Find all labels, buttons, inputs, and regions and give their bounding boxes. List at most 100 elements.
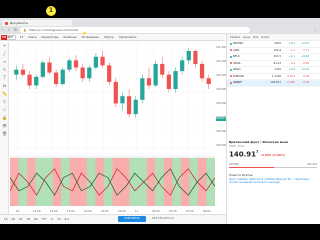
- toolbar-item[interactable]: 15: [19, 36, 24, 39]
- time-tick: 03:00: [152, 209, 160, 213]
- oscillator-band: [180, 158, 190, 206]
- candle-body: [53, 72, 59, 85]
- range-button[interactable]: 1Г: [49, 218, 54, 221]
- range-button[interactable]: 3М: [25, 218, 31, 221]
- news-headline[interactable]: Фунт: Кабмин обратился к Мэйли Брекзит Е…: [229, 178, 317, 185]
- watchlist-column-header[interactable]: Изм: [253, 36, 258, 39]
- tab-title: Документы: [10, 21, 28, 25]
- time-tick: 19:00: [84, 209, 92, 213]
- crosshair-icon[interactable]: +: [0, 42, 9, 50]
- magnet-icon[interactable]: ⊂: [0, 106, 9, 114]
- trendline-icon[interactable]: ╱: [0, 50, 9, 58]
- price-tick: 141.200: [216, 60, 226, 63]
- range-button[interactable]: Все: [64, 218, 70, 221]
- zoom-icon[interactable]: ⚲: [0, 98, 9, 106]
- range-button[interactable]: 5Л: [56, 218, 61, 221]
- watchlist-change: -0.085: [286, 81, 295, 85]
- candle-body: [20, 69, 26, 75]
- clock-readout: 03:57:05 (UTC+3): [152, 217, 174, 220]
- range-button[interactable]: YTD: [41, 218, 48, 221]
- candle-body: [120, 96, 125, 104]
- toolbar-item[interactable]: Повтор: [103, 36, 115, 39]
- candle-body: [27, 74, 32, 86]
- candle-body: [47, 62, 52, 73]
- watchlist-column-header[interactable]: Цена: [243, 36, 250, 39]
- oscillator-band: [78, 158, 88, 206]
- oscillator-band: [61, 158, 70, 206]
- time-tick: 13:00: [33, 209, 41, 213]
- forward-icon[interactable]: ›: [8, 27, 12, 32]
- range-button[interactable]: 6М: [33, 218, 39, 221]
- watchlist-row[interactable]: GBPJPY 140.917 -0.085 -0.06: [227, 80, 320, 87]
- watchlist-column-header[interactable]: Символ: [230, 36, 240, 39]
- oscillator-band: [138, 158, 147, 206]
- trend-dot-icon: [230, 42, 232, 45]
- watchlist-change: +2.1: [288, 55, 295, 59]
- watchlist-change-percent: -0.06: [302, 81, 309, 85]
- trend-dot-icon: [230, 68, 232, 71]
- address-text: https://ru.tradingview.com/chart/: [28, 28, 79, 32]
- pattern-icon[interactable]: ⋈: [0, 82, 9, 90]
- reload-icon[interactable]: ↻: [14, 27, 18, 32]
- candle-body: [173, 71, 178, 90]
- price-tick: 140.000: [216, 144, 226, 147]
- watchlist-rows: SPX500 2832 +6.2 +0.22 AAPL 154.9 -1.2 -0.77 NFL…: [227, 41, 320, 87]
- watchlist-change-percent: +0.29: [301, 68, 309, 72]
- oscillator-band: [155, 158, 164, 206]
- candle-body: [140, 78, 145, 100]
- toolbar-item[interactable]: Шаблоны: [63, 36, 78, 39]
- candle-body: [80, 67, 85, 79]
- watchlist-column-header[interactable]: Изм%: [261, 36, 269, 39]
- lock-icon[interactable]: 🔒: [0, 114, 9, 122]
- oscillator-band: [35, 158, 45, 206]
- trash-icon[interactable]: 🗑: [0, 130, 9, 138]
- time-tick: 21:00: [101, 209, 109, 213]
- candle-body: [199, 63, 205, 79]
- watchlist-price: 140.917: [270, 81, 281, 85]
- eye-icon[interactable]: 👁: [0, 122, 9, 130]
- price-chart[interactable]: 10 13:00 15:00 17:00 19:00 21:00 23:00 11 03:00 0…: [10, 42, 215, 214]
- watchlist-change-percent: +0.66: [301, 55, 309, 59]
- range-fill: [229, 167, 274, 168]
- toolbar-item[interactable]: Публиковать: [118, 36, 138, 39]
- watchlist-symbol: GOLD: [233, 68, 241, 72]
- watchlist-change: -0.001: [286, 74, 295, 78]
- trade-button[interactable]: ТОРГОВАТЬ: [118, 216, 146, 222]
- symbol-detail: Британский фунт / Японская иена FXCM · F…: [226, 138, 320, 160]
- brush-icon[interactable]: ✎: [0, 66, 9, 74]
- drawing-tools: + ╱ ≡ ✎ T ⋈ 📏 ⚲ ⊂ 🔒 👁 🗑: [0, 42, 9, 214]
- watchlist-change: -0.4: [289, 61, 295, 65]
- menu-icon[interactable]: ⋮: [313, 27, 317, 32]
- candle-body: [87, 67, 92, 79]
- range-button[interactable]: 5Д: [10, 218, 15, 221]
- text-icon[interactable]: T: [0, 74, 9, 82]
- oscillator-band: [206, 158, 215, 206]
- candle-body: [67, 60, 72, 70]
- trend-dot-icon: [230, 81, 232, 84]
- lock-icon: 🔒: [23, 28, 27, 32]
- range-button[interactable]: 1М: [18, 218, 24, 221]
- trend-dot-icon: [230, 55, 232, 58]
- candle-body: [107, 65, 112, 82]
- range-button[interactable]: 1Д: [3, 218, 8, 221]
- ruler-icon[interactable]: 📏: [0, 90, 9, 98]
- watchlist-change-percent: +0.22: [301, 42, 309, 46]
- browser-tab[interactable]: Документы: [2, 20, 72, 26]
- watchlist-change: +3.8: [288, 68, 295, 72]
- address-bar[interactable]: 🔒 https://ru.tradingview.com/chart/: [20, 27, 250, 33]
- candle-body: [180, 60, 185, 72]
- bottom-bar: 1Д 5Д 1М 3М 6М YTD 1Г 5Л Все: [0, 214, 226, 224]
- time-tick: 10: [16, 209, 20, 213]
- fib-icon[interactable]: ≡: [0, 58, 9, 66]
- toolbar-item[interactable]: Свечи: [27, 36, 37, 39]
- oscillator-band: [172, 158, 182, 206]
- toolbar-item[interactable]: Индикаторы: [40, 36, 59, 39]
- candle-body: [34, 76, 39, 86]
- price-tick: 140.200: [216, 130, 226, 133]
- oscillator-band: [112, 158, 122, 206]
- time-tick: 15:00: [50, 209, 58, 213]
- candle-body: [93, 56, 99, 68]
- price-tick: 141.400: [216, 46, 226, 49]
- back-icon[interactable]: ‹: [2, 27, 6, 32]
- watchlist-price: 1302: [274, 68, 281, 72]
